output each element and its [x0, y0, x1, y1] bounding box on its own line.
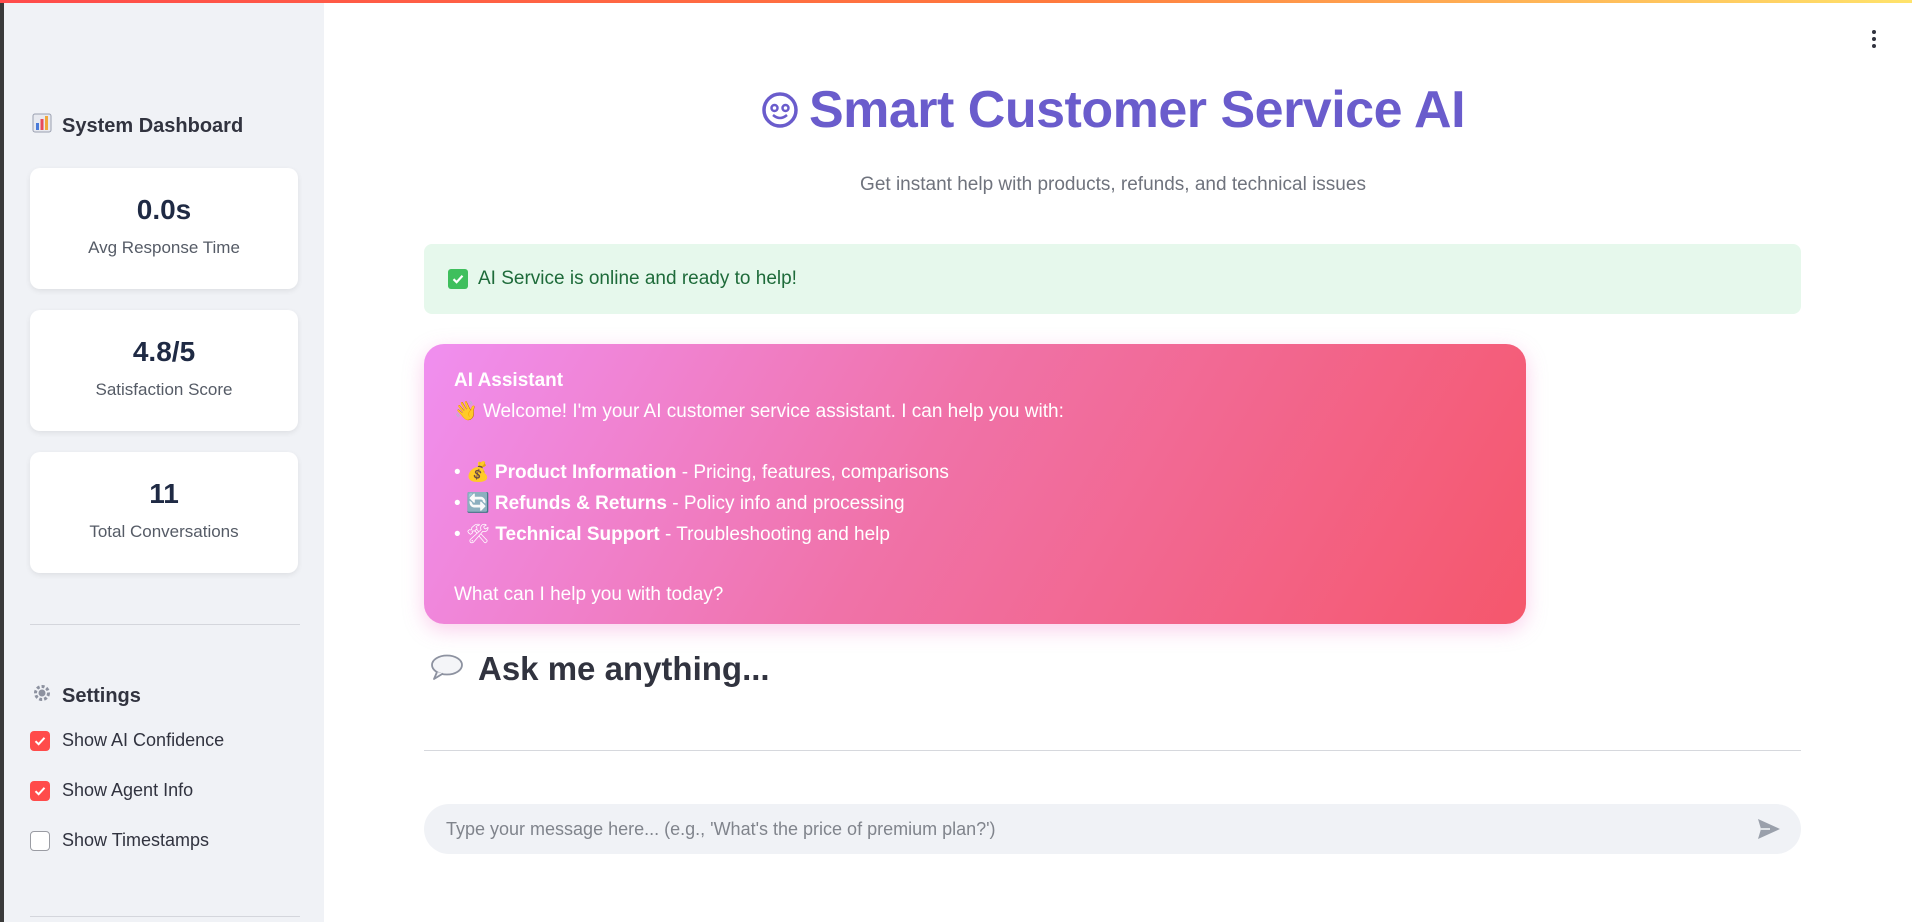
checkbox-label: Show AI Confidence	[62, 730, 225, 750]
dashboard-heading: System Dashboard	[32, 113, 243, 139]
page-subtitle: Get instant help with products, refunds,…	[860, 174, 1366, 195]
menu-dot	[1872, 30, 1876, 34]
status-text: AI Service is online and ready to help!	[478, 268, 797, 289]
gear-icon	[32, 683, 52, 709]
sidebar: System Dashboard 0.0s Avg Response Time …	[4, 3, 324, 922]
tools-icon: 🛠	[465, 523, 491, 545]
ask-heading: Ask me anything...	[430, 650, 770, 688]
message-closing: What can I help you with today?	[454, 584, 724, 605]
bar-chart-icon	[32, 113, 52, 139]
checkbox-show-timestamps[interactable]: Show Timestamps	[30, 830, 209, 851]
checkbox-checked-icon[interactable]	[30, 780, 50, 801]
metric-value: 11	[149, 478, 179, 509]
item-description: - Troubleshooting and help	[659, 524, 890, 545]
sidebar-divider	[30, 916, 300, 917]
checkbox-unchecked-icon[interactable]	[30, 830, 50, 851]
menu-dot	[1872, 37, 1876, 41]
item-title: Product Information	[494, 462, 677, 483]
send-button[interactable]	[1755, 815, 1783, 843]
item-title: Refunds & Returns	[494, 493, 667, 514]
check-mark-icon	[448, 269, 468, 289]
checkbox-show-agent-info[interactable]: Show Agent Info	[30, 780, 193, 801]
main-menu-button[interactable]	[1862, 24, 1886, 54]
status-alert: AI Service is online and ready to help!	[424, 244, 1801, 314]
robot-face-icon	[761, 91, 799, 129]
waving-hand-icon: 👋	[454, 400, 478, 422]
chat-message-input[interactable]	[444, 817, 1755, 841]
metric-value: 0.0s	[136, 194, 192, 225]
bullet: •	[454, 462, 461, 483]
ask-heading-text: Ask me anything...	[478, 650, 770, 687]
settings-heading: Settings	[32, 683, 141, 709]
page-title: Smart Customer Service AI	[808, 81, 1466, 139]
checkbox-label: Show Agent Info	[62, 780, 194, 800]
message-intro: 👋 Welcome! I'm your AI customer service …	[454, 396, 1496, 427]
send-icon	[1758, 819, 1780, 839]
item-description: - Pricing, features, comparisons	[676, 462, 949, 483]
message-sender: AI Assistant	[454, 370, 564, 391]
metric-card-response-time: 0.0s Avg Response Time	[30, 168, 298, 289]
metric-card-conversations: 11 Total Conversations	[30, 452, 298, 573]
item-title: Technical Support	[495, 524, 660, 545]
assistant-message-card: AI Assistant 👋 Welcome! I'm your AI cust…	[424, 344, 1526, 624]
bullet: •	[454, 493, 461, 514]
checkbox-checked-icon[interactable]	[30, 730, 50, 751]
sidebar-divider	[30, 624, 300, 625]
main-divider	[424, 750, 1801, 751]
speech-balloon-icon	[430, 654, 464, 685]
chat-input-bar	[424, 804, 1801, 854]
metric-value: 4.8/5	[132, 336, 196, 367]
menu-dot	[1872, 44, 1876, 48]
item-description: - Policy info and processing	[666, 493, 905, 514]
metric-label: Satisfaction Score	[95, 380, 233, 399]
message-intro-text: Welcome! I'm your AI customer service as…	[482, 401, 1064, 422]
bullet: •	[454, 524, 461, 545]
refresh-arrows-icon: 🔄	[465, 492, 490, 514]
message-list-item: • 🔄 Refunds & Returns - Policy info and …	[454, 488, 1496, 519]
page-header: Smart Customer Service AI	[424, 80, 1802, 140]
settings-title: Settings	[62, 684, 141, 707]
message-list-item: • 💰 Product Information - Pricing, featu…	[454, 457, 1496, 488]
dashboard-title: System Dashboard	[62, 114, 244, 137]
money-bag-icon: 💰	[465, 461, 490, 483]
metric-label: Total Conversations	[89, 522, 239, 541]
checkbox-show-ai-confidence[interactable]: Show AI Confidence	[30, 730, 224, 751]
metric-label: Avg Response Time	[88, 238, 240, 257]
message-list-item: • 🛠 Technical Support - Troubleshooting …	[454, 519, 1496, 550]
checkbox-label: Show Timestamps	[62, 830, 210, 850]
metric-card-satisfaction: 4.8/5 Satisfaction Score	[30, 310, 298, 431]
